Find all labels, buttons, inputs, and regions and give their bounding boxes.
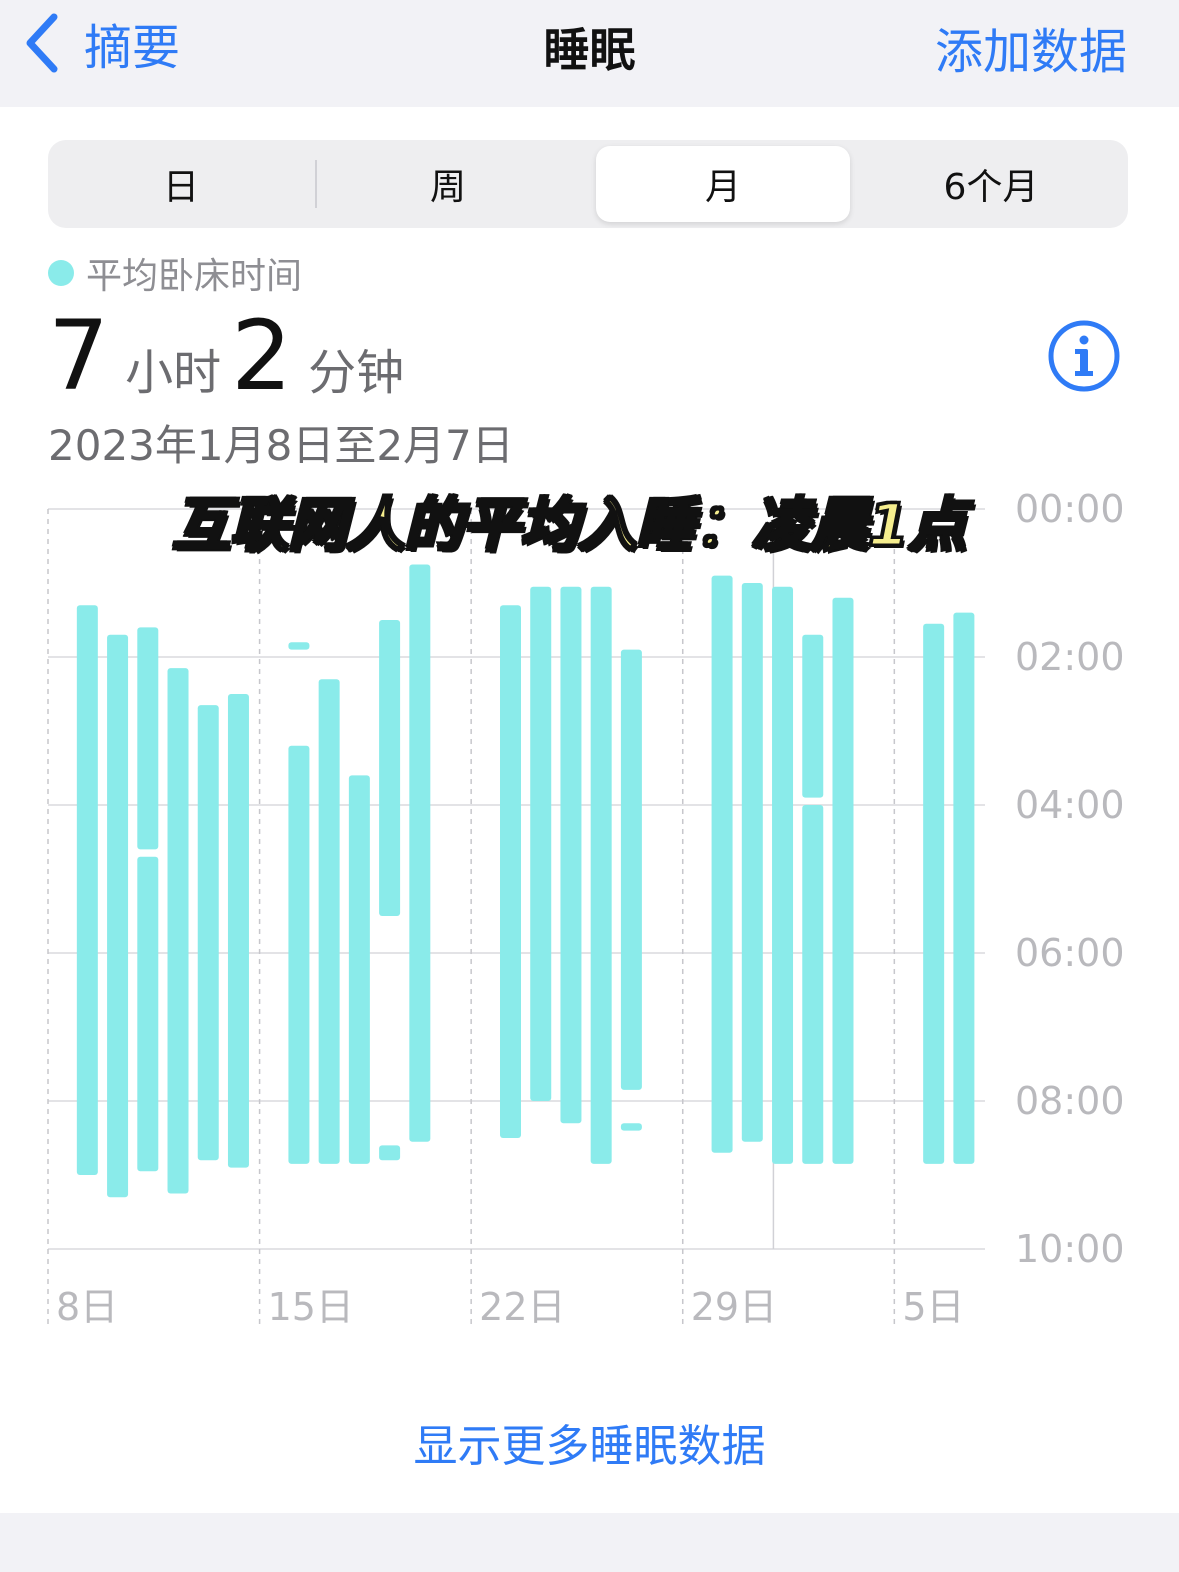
x-tick-label: 15日: [268, 1285, 354, 1329]
sleep-bar: [409, 564, 431, 1142]
x-tick-label: 29日: [691, 1285, 777, 1329]
sleep-bar: [741, 583, 763, 1142]
sleep-bar: [76, 605, 98, 1175]
hours-value: 7: [48, 300, 110, 412]
sleep-bar: [318, 679, 340, 1164]
y-tick-label: 08:00: [1015, 1079, 1125, 1123]
segment-week[interactable]: 周: [321, 146, 575, 222]
sleep-bar: [530, 586, 552, 1101]
y-tick-label: 02:00: [1015, 635, 1125, 679]
minutes-unit: 分钟: [308, 345, 405, 401]
bottom-band: [0, 1513, 1179, 1572]
sleep-bar: [500, 605, 521, 1138]
legend-label: 平均卧床时间: [86, 256, 303, 297]
x-tick-label: 8日: [56, 1285, 118, 1329]
segment-6-months[interactable]: 6个月: [864, 146, 1118, 222]
sleep-bar: [953, 612, 975, 1164]
x-tick-label: 5日: [902, 1285, 964, 1329]
sleep-bar: [348, 775, 370, 1164]
sleep-bar: [772, 586, 794, 1164]
sleep-bar: [167, 668, 189, 1194]
nav-bar: 摘要 睡眠 添加数据: [0, 0, 1179, 107]
legend: 平均卧床时间: [48, 247, 302, 299]
minutes-value: 2: [231, 300, 293, 412]
sleep-bar: [590, 586, 612, 1164]
sleep-bar: [137, 856, 159, 1172]
x-tick-label: 22日: [479, 1285, 565, 1329]
sleep-bar: [107, 634, 129, 1198]
sleep-bar: [802, 634, 824, 798]
period-segmented-control: 日 周 月 6个月: [48, 140, 1128, 228]
sleep-bar: [620, 1123, 642, 1131]
sleep-bar: [620, 649, 642, 1090]
sleep-bar: [227, 694, 249, 1168]
sleep-bar: [137, 627, 159, 850]
segment-day[interactable]: 日: [54, 146, 308, 222]
sleep-bar: [802, 805, 824, 1164]
average-stat: 7 小时 2 分钟: [48, 300, 414, 412]
date-range: 2023年1月8日至2月7日: [48, 421, 514, 470]
hours-unit: 小时: [125, 345, 222, 401]
y-tick-label: 10:00: [1015, 1227, 1125, 1271]
sleep-bar: [288, 745, 310, 1164]
sleep-bar: [923, 623, 945, 1164]
show-more-sleep-data-button[interactable]: 显示更多睡眠数据: [0, 1410, 1179, 1474]
sleep-bar: [379, 620, 401, 916]
sleep-bar: [560, 586, 582, 1124]
info-icon[interactable]: [1046, 318, 1122, 394]
add-data-button[interactable]: 添加数据: [935, 12, 1127, 82]
legend-dot: [48, 260, 74, 286]
segment-month[interactable]: 月: [596, 146, 850, 222]
sleep-bar: [288, 642, 310, 650]
sleep-bar: [379, 1145, 401, 1161]
sleep-bar: [832, 597, 854, 1164]
sleep-bar: [197, 705, 219, 1161]
y-tick-label: 04:00: [1015, 783, 1125, 827]
segment-divider: [315, 160, 317, 208]
y-tick-label: 06:00: [1015, 931, 1125, 975]
sleep-bar: [711, 575, 733, 1153]
sleep-chart: 00:0002:0004:0006:0008:0010:008日 15日 22日 29…: [47, 490, 1125, 1329]
overlay-caption: 互联网人的平均入睡：凌晨1点: [171, 490, 968, 561]
